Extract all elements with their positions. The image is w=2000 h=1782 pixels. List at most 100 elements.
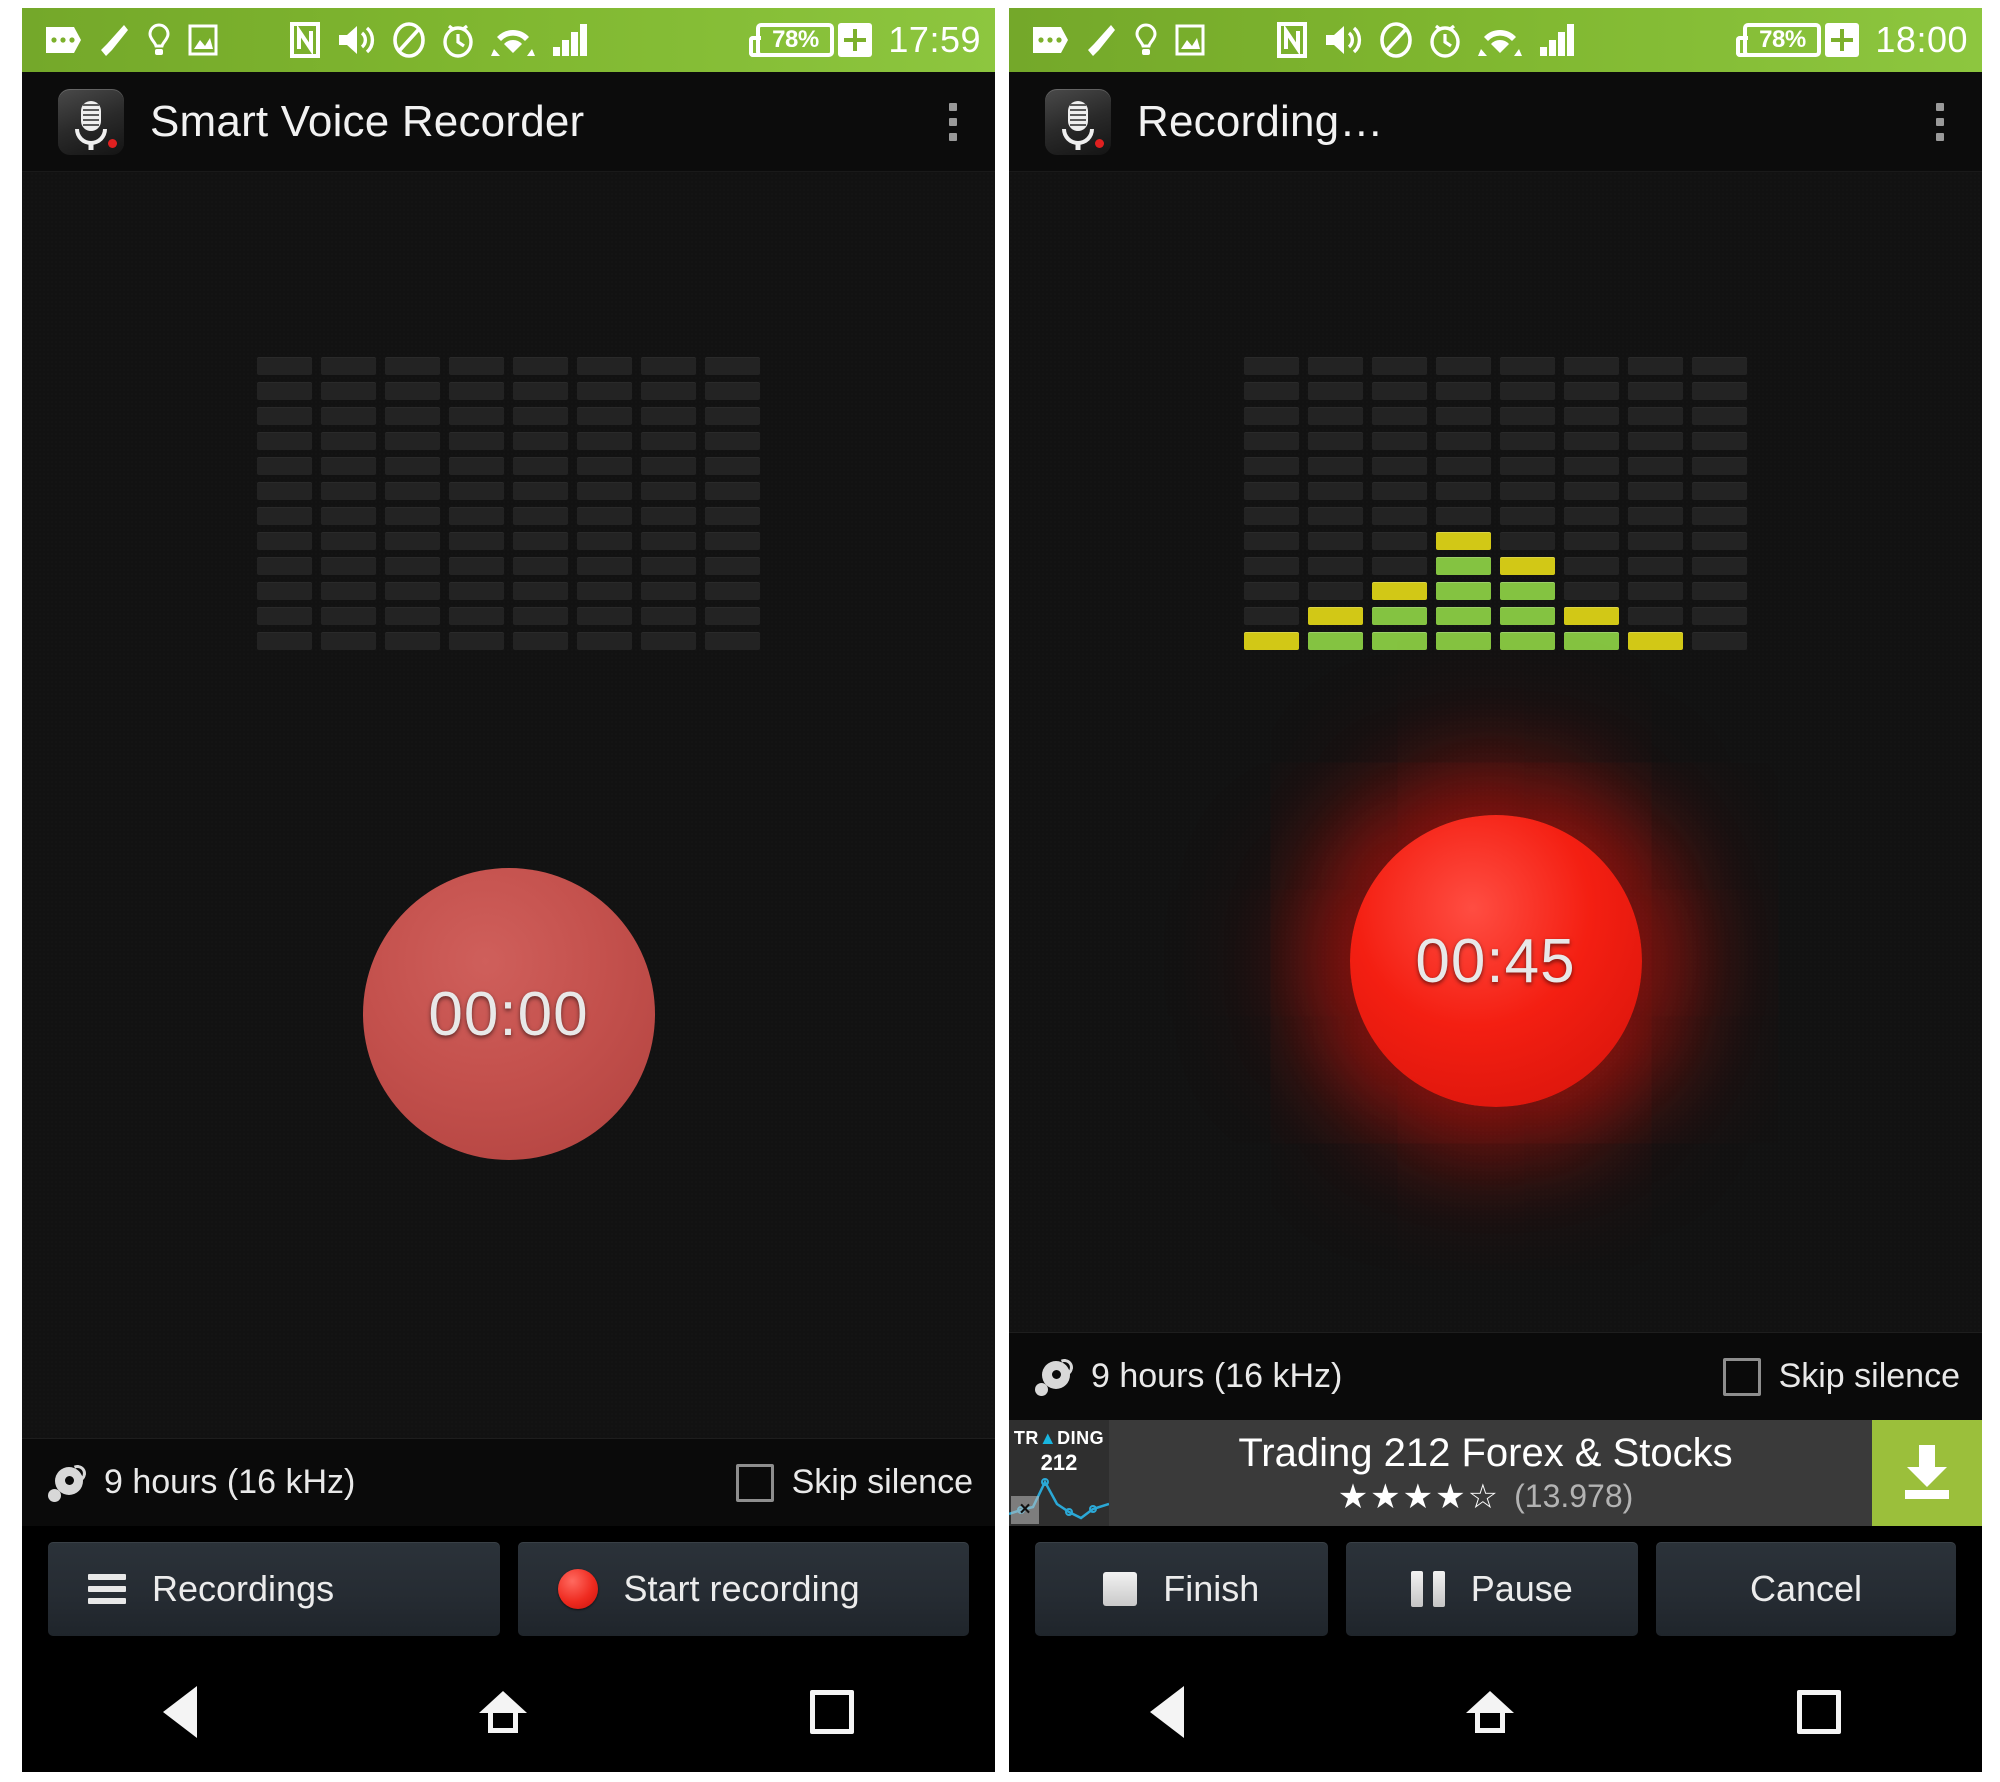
equalizer-segment [1308,357,1363,375]
equalizer-segment [1692,357,1747,375]
equalizer-segment [577,482,632,500]
equalizer-column [1692,357,1747,650]
skip-silence-checkbox[interactable] [735,1463,774,1502]
equalizer-segment [1372,407,1427,425]
skip-silence-checkbox[interactable] [1722,1357,1761,1396]
equalizer-column [1436,357,1491,650]
equalizer-segment [1564,582,1619,600]
equalizer-segment [513,632,568,650]
home-button[interactable] [1466,1691,1515,1733]
equalizer-segment [513,532,568,550]
nfc-icon [290,22,320,58]
phone-screen-idle: 78% 17:59 Smart Voice Recorder 00:00 9 h… [22,8,995,1772]
equalizer-segment [1564,482,1619,500]
equalizer-segment [321,557,376,575]
navigation-bar [22,1652,995,1772]
ad-banner[interactable]: TR▲DING 212 × Trading 212 Forex & Stocks… [1009,1420,1982,1526]
overflow-menu-icon[interactable] [1912,84,1968,160]
battery-indicator: 78% [749,23,873,57]
equalizer-segment [1308,582,1363,600]
equalizer-segment [577,557,632,575]
pause-button[interactable]: Pause [1345,1542,1638,1636]
ad-logo-number: 212 [1040,1450,1078,1475]
recents-button[interactable] [1796,1690,1841,1734]
equalizer-segment [1500,607,1555,625]
ad-close-icon[interactable]: × [1011,1496,1039,1524]
equalizer-segment [449,632,504,650]
equalizer-column [705,357,760,650]
equalizer-segment [1308,432,1363,450]
back-button[interactable] [1150,1686,1185,1738]
status-clock: 18:00 [1875,19,1968,60]
equalizer-segment [705,482,760,500]
ad-rating-row: ★★★★☆ (13.978) [1338,1478,1634,1515]
equalizer-segment [1564,357,1619,375]
record-timer-button[interactable]: 00:00 [362,868,655,1160]
equalizer-segment [1564,557,1619,575]
equalizer-segment [641,607,696,625]
back-button[interactable] [163,1686,198,1738]
skip-silence-control[interactable]: Skip silence [1722,1357,1960,1396]
equalizer-segment [1564,382,1619,400]
finish-button[interactable]: Finish [1035,1542,1328,1636]
equalizer-segment [1308,482,1363,500]
equalizer-visualizer [257,357,760,650]
overflow-menu-icon[interactable] [925,84,981,160]
equalizer-segment [577,507,632,525]
equalizer-segment [1372,482,1427,500]
equalizer-segment [257,557,312,575]
skip-silence-label: Skip silence [791,1463,973,1501]
equalizer-column [449,357,504,650]
equalizer-segment [321,382,376,400]
cancel-button[interactable]: Cancel [1656,1542,1956,1636]
equalizer-segment [513,482,568,500]
equalizer-segment [705,557,760,575]
equalizer-segment [1628,482,1683,500]
ad-download-button[interactable] [1872,1420,1982,1526]
equalizer-segment [1372,507,1427,525]
equalizer-segment [1628,357,1683,375]
equalizer-segment [385,632,440,650]
battery-body: 78% [749,23,835,57]
pause-button-label: Pause [1470,1568,1573,1609]
equalizer-segment [641,407,696,425]
equalizer-segment [641,357,696,375]
equalizer-segment [1436,457,1491,475]
equalizer-segment [1628,632,1683,650]
ad-logo-wordmark: TR▲DING [1013,1428,1105,1448]
alarm-icon [443,24,473,58]
equalizer-segment [1372,582,1427,600]
record-timer-button[interactable]: 00:45 [1349,815,1642,1107]
equalizer-segment [1500,457,1555,475]
equalizer-column [1244,357,1299,650]
app-title-bar: Smart Voice Recorder [22,72,995,172]
timer-value: 00:00 [428,979,589,1049]
equalizer-segment [513,407,568,425]
start-recording-button[interactable]: Start recording [517,1542,969,1636]
equalizer-visualizer [1244,357,1747,650]
equalizer-segment [321,357,376,375]
equalizer-segment [257,357,312,375]
recents-button[interactable] [809,1690,854,1734]
skip-silence-control[interactable]: Skip silence [735,1463,973,1502]
equalizer-segment [1500,382,1555,400]
recordings-button-label: Recordings [152,1568,335,1609]
battery-percent: 78% [1759,26,1806,53]
equalizer-segment [257,507,312,525]
info-row: 9 hours (16 kHz) Skip silence [1009,1332,1982,1420]
recordings-button[interactable]: Recordings [48,1542,500,1636]
cellular-signal-icon [553,24,587,56]
equalizer-column [641,357,696,650]
equalizer-segment [1628,382,1683,400]
equalizer-segment [1628,507,1683,525]
home-button[interactable] [479,1691,528,1733]
action-bar: Finish Pause Cancel [1009,1526,1982,1652]
ad-content[interactable]: Trading 212 Forex & Stocks ★★★★☆ (13.978… [1109,1420,1872,1526]
equalizer-segment [385,357,440,375]
equalizer-segment [257,582,312,600]
equalizer-segment [705,407,760,425]
wifi-icon [1478,30,1522,56]
equalizer-segment [449,507,504,525]
equalizer-segment [705,357,760,375]
equalizer-column [513,357,568,650]
